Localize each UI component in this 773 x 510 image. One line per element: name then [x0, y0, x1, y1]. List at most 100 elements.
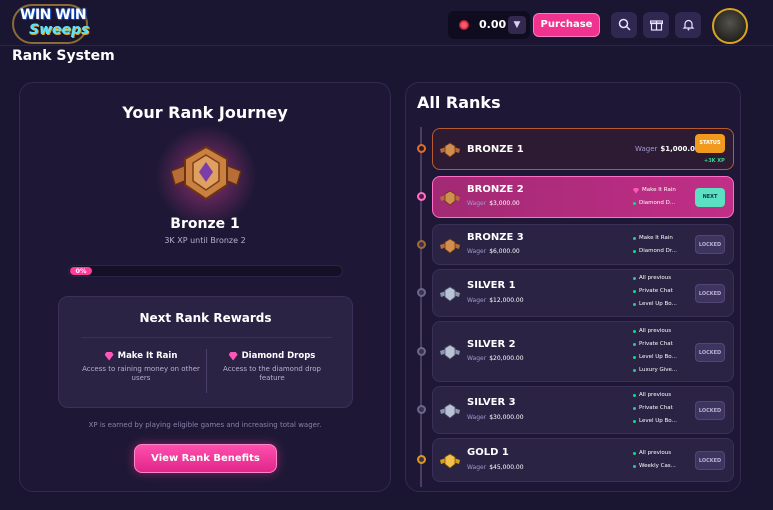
bullet-icon: [633, 303, 636, 306]
rank-rewards-list: All previous Private Chat Level Up Bo...…: [633, 325, 677, 377]
rank-name: SILVER 3: [467, 397, 516, 408]
locked-badge: LOCKED: [695, 284, 725, 303]
rank-name: BRONZE 1: [467, 144, 524, 155]
chevron-down-icon[interactable]: ▼: [508, 16, 526, 34]
page-title: Rank System: [12, 48, 115, 64]
rank-rewards-list: All previous Private Chat Level Up Bo...: [633, 272, 677, 311]
timeline-dot: [417, 288, 426, 297]
rank-wager: Wager $3,000.00: [467, 200, 520, 207]
reward-description: Access to the diamond drop feature: [223, 365, 321, 382]
rank-wager: Wager $1,000.00: [635, 145, 700, 153]
coin-icon: [459, 20, 469, 30]
next-badge: NEXT: [695, 188, 725, 207]
rank-rewards-list: All previous Private Chat Level Up Bo...: [633, 389, 677, 428]
silver-emblem-icon: [440, 403, 460, 419]
rank-wager: Wager $6,000.00: [467, 248, 520, 255]
timeline-dot: [417, 144, 426, 153]
rank-row-bronze-2[interactable]: BRONZE 2 Wager $3,000.00 Make It Rain Dia…: [417, 176, 734, 218]
bullet-icon: [633, 465, 636, 468]
locked-badge: LOCKED: [695, 401, 725, 420]
rank-timeline: [420, 127, 422, 487]
bell-icon[interactable]: [675, 12, 701, 38]
reward-item: Make It Rain: [633, 232, 677, 245]
bullet-icon: [633, 356, 636, 359]
bullet-icon: [633, 277, 636, 280]
reward-item: Level Up Bo...: [633, 298, 677, 311]
xp-footnote: XP is earned by playing eligible games a…: [88, 421, 322, 429]
current-rank-name: Bronze 1: [170, 216, 240, 232]
logo-text-line2: Sweeps: [29, 22, 90, 38]
rank-journey-panel: Your Rank Journey Bronze 1 3K XP until B…: [19, 82, 391, 492]
bronze-emblem-icon: [440, 238, 460, 254]
reward-item: Private Chat: [633, 338, 677, 351]
next-rank-rewards-card: Next Rank Rewards Make It Rain Access to…: [58, 296, 353, 408]
divider: [206, 349, 207, 393]
timeline-dot: [417, 347, 426, 356]
reward-name: Make It Rain: [117, 351, 178, 361]
xp-gain: +3K XP: [704, 158, 725, 164]
gift-icon[interactable]: [643, 12, 669, 38]
user-avatar[interactable]: [712, 8, 748, 44]
reward-item: Weekly Cas...: [633, 460, 676, 473]
reward-item: All previous: [633, 447, 676, 460]
rank-name: GOLD 1: [467, 447, 509, 458]
rank-name: SILVER 2: [467, 339, 516, 350]
bullet-icon: [633, 407, 636, 410]
reward-diamond-drops: Diamond Drops Access to the diamond drop…: [212, 351, 332, 383]
site-logo[interactable]: WIN WIN Sweeps: [12, 4, 90, 44]
balance-amount: 0.00: [479, 18, 507, 31]
locked-badge: LOCKED: [695, 343, 725, 362]
bullet-icon: [633, 452, 636, 455]
rain-icon: [104, 351, 114, 361]
journey-title: Your Rank Journey: [122, 103, 288, 122]
reward-item: Diamond Dr...: [633, 245, 677, 258]
reward-name: Diamond Drops: [241, 351, 316, 361]
locked-badge: LOCKED: [695, 235, 725, 254]
rank-row-gold-1[interactable]: GOLD 1 Wager $45,000.00 All previous Week…: [417, 438, 734, 482]
rank-name: BRONZE 3: [467, 232, 524, 243]
silver-emblem-icon: [440, 286, 460, 302]
bullet-icon: [633, 394, 636, 397]
rank-wager: Wager $45,000.00: [467, 464, 524, 471]
xp-remaining-text: 3K XP until Bronze 2: [164, 236, 246, 245]
bullet-icon: [633, 290, 636, 293]
reward-description: Access to raining money on other users: [82, 365, 200, 382]
all-ranks-panel: All Ranks BRONZE 1 Wager $1,000.00 STATUS…: [405, 82, 741, 492]
timeline-dot: [417, 192, 426, 201]
bullet-icon: [633, 202, 636, 205]
silver-emblem-icon: [440, 344, 460, 360]
diamond-icon: [228, 351, 238, 361]
reward-item: Level Up Bo...: [633, 415, 677, 428]
rank-row-silver-3[interactable]: SILVER 3 Wager $30,000.00 All previous Pr…: [417, 386, 734, 434]
bullet-icon: [633, 330, 636, 333]
logo-text-line1: WIN WIN: [20, 7, 87, 23]
rank-progress-bar: 0%: [68, 265, 343, 277]
reward-item: All previous: [633, 389, 677, 402]
reward-item: Private Chat: [633, 402, 677, 415]
balance-display[interactable]: 0.00 ▼: [448, 11, 530, 39]
reward-item: Make It Rain: [633, 184, 676, 197]
reward-item: Private Chat: [633, 285, 677, 298]
bullet-icon: [633, 420, 636, 423]
timeline-dot: [417, 405, 426, 414]
rank-name: SILVER 1: [467, 280, 516, 291]
search-icon[interactable]: [611, 12, 637, 38]
gold-emblem-icon: [440, 453, 460, 469]
timeline-dot: [417, 240, 426, 249]
bullet-icon: [633, 369, 636, 372]
divider: [81, 337, 332, 338]
rank-row-silver-2[interactable]: SILVER 2 Wager $20,000.00 All previous Pr…: [417, 321, 734, 382]
view-rank-benefits-button[interactable]: View Rank Benefits: [134, 444, 277, 473]
rank-rewards-list: All previous Weekly Cas...: [633, 447, 676, 473]
rank-name: BRONZE 2: [467, 184, 524, 195]
rank-wager: Wager $20,000.00: [467, 355, 524, 362]
rank-row-silver-1[interactable]: SILVER 1 Wager $12,000.00 All previous Pr…: [417, 269, 734, 317]
top-bar: WIN WIN Sweeps 0.00 ▼ Purchase: [0, 0, 773, 46]
bullet-icon: [633, 237, 636, 240]
rank-row-bronze-3[interactable]: BRONZE 3 Wager $6,000.00 Make It Rain Dia…: [417, 224, 734, 265]
reward-make-it-rain: Make It Rain Access to raining money on …: [81, 351, 201, 383]
status-badge: STATUS: [695, 134, 725, 153]
rank-wager: Wager $30,000.00: [467, 414, 524, 421]
rank-row-bronze-1[interactable]: BRONZE 1 Wager $1,000.00 STATUS +3K XP: [417, 128, 734, 170]
purchase-button[interactable]: Purchase: [533, 13, 600, 37]
